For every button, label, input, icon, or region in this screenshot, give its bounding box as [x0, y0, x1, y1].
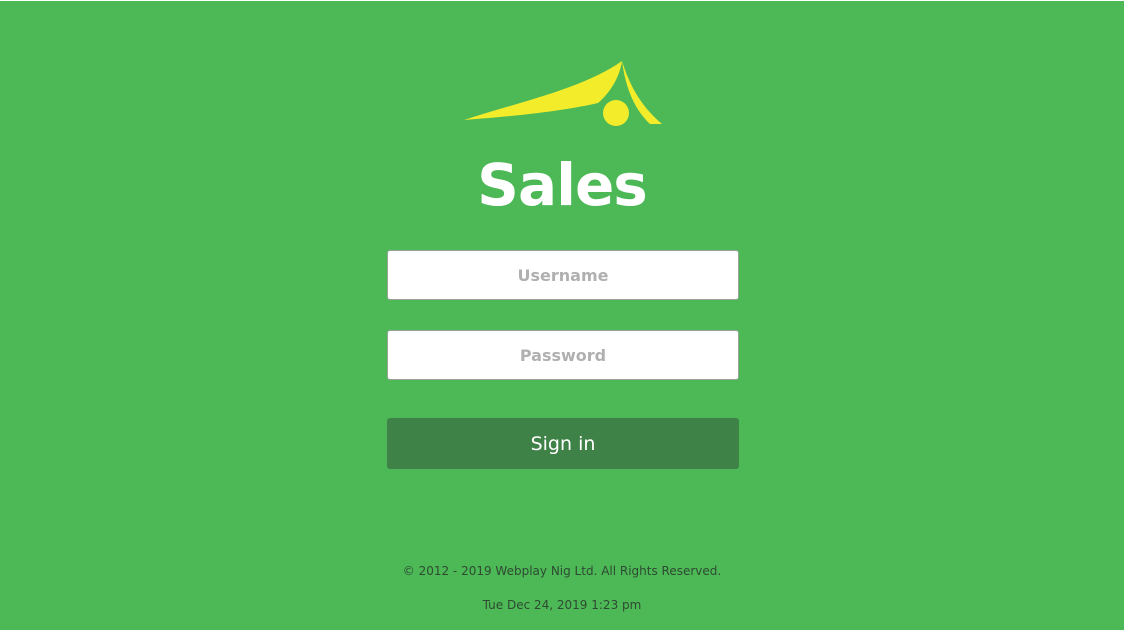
app-title: Sales [477, 151, 648, 219]
tent-with-sun-logo-icon [462, 57, 664, 131]
copyright-text: © 2012 - 2019 Webplay Nig Ltd. All Right… [402, 564, 722, 578]
password-input[interactable] [387, 330, 739, 380]
sign-in-button[interactable]: Sign in [387, 418, 739, 469]
username-input[interactable] [387, 250, 739, 300]
current-datetime: Tue Dec 24, 2019 1:23 pm [482, 598, 642, 612]
